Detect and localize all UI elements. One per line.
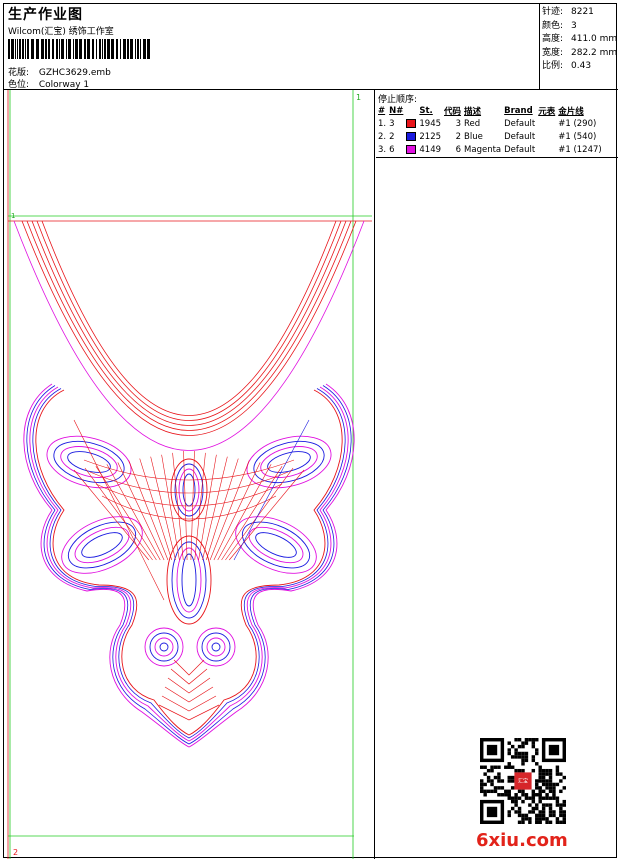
stat-stitches: 针迹: 8221 — [542, 7, 594, 17]
color-swatch — [406, 131, 417, 141]
embroidery-preview: 1 2 1 — [7, 90, 372, 859]
stat-width: 宽度: 282.2 mm — [542, 47, 618, 58]
production-worksheet: 生产作业图 Wilcom(汇宝) 绣饰工作室 花版: GZHC3629.emb … — [3, 3, 618, 859]
design-canvas[interactable]: 1 2 1 — [4, 90, 375, 859]
stop-sequence-table: # N# St. 代码 描述 Brand 元表 金片线 1. 3 1945 3 … — [378, 104, 605, 156]
col-color — [406, 104, 419, 117]
color-swatch — [406, 144, 417, 154]
header-section: 生产作业图 Wilcom(汇宝) 绣饰工作室 花版: GZHC3629.emb … — [4, 4, 618, 90]
colorway-value: Colorway 1 — [38, 80, 90, 90]
colorway-row: 色位: Colorway 1 — [8, 77, 89, 90]
col-element: 元表 — [538, 106, 556, 117]
table-header-row: # N# St. 代码 描述 Brand 元表 金片线 — [378, 104, 605, 117]
table-row: 3. 6 4149 6 Magenta Default #1 (1247) — [378, 144, 602, 155]
table-row: 1. 3 1945 3 Red Default #1 (290) — [378, 118, 597, 129]
stat-height: 高度: 411.0 mm — [542, 34, 618, 44]
qr-stamp-text: 汇宝 — [518, 778, 528, 785]
col-index: # — [378, 105, 386, 116]
stat-colors: 颜色: 3 — [542, 20, 577, 31]
col-desc: 描述 — [464, 106, 482, 117]
table-row: 2. 2 2125 2 Blue Default #1 (540) — [378, 131, 597, 142]
stop-sequence-panel: 停止顺序: # N# St. 代码 描述 Brand 元表 金片线 1. 3 1… — [376, 90, 618, 158]
barcode — [8, 39, 150, 59]
watermark-logo: 6xiu.com — [476, 830, 568, 851]
col-needle: N# — [389, 105, 404, 116]
stat-scale: 比例: 0.43 — [542, 61, 592, 71]
col-sequin: 金片线 — [558, 106, 584, 117]
hoop-label-top: 1 — [356, 93, 361, 102]
page-title: 生产作业图 — [8, 7, 83, 23]
col-code: 代码 — [444, 106, 462, 117]
color-swatch — [406, 118, 417, 128]
stats-panel: 针迹: 8221 颜色: 3 高度: 411.0 mm 宽度: 282.2 mm 比例:… — [539, 4, 618, 90]
header-info: 生产作业图 Wilcom(汇宝) 绣饰工作室 花版: GZHC3629.emb … — [8, 4, 538, 90]
qr-code: 汇宝 — [480, 738, 566, 824]
company-name: Wilcom(汇宝) 绣饰工作室 — [8, 27, 114, 37]
collar-design — [13, 220, 365, 748]
hoop-label-bottom: 2 — [13, 848, 18, 857]
col-brand: Brand — [504, 105, 533, 116]
start-marker: 1 — [11, 212, 15, 220]
col-stitches: St. — [419, 105, 433, 116]
colorway-label: 色位: — [8, 80, 30, 90]
